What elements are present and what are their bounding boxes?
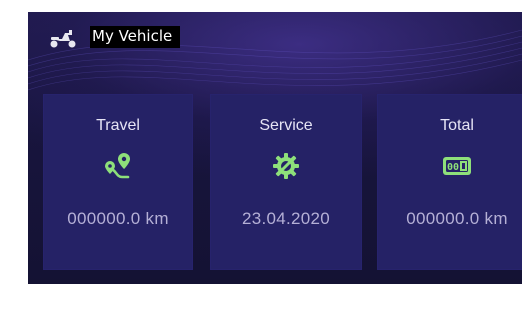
service-gear-icon bbox=[269, 151, 303, 181]
page-title: My Vehicle bbox=[90, 26, 181, 48]
scooter-icon bbox=[50, 30, 76, 48]
travel-card[interactable]: Travel 000000.0 km bbox=[43, 94, 193, 270]
total-label: Total bbox=[440, 117, 474, 134]
total-card[interactable]: Total 0 0 000000.0 km bbox=[377, 94, 522, 270]
travel-label: Travel bbox=[96, 117, 140, 134]
service-label: Service bbox=[259, 117, 313, 134]
header: My Vehicle bbox=[48, 24, 181, 50]
odometer-icon: 0 0 bbox=[440, 151, 474, 181]
travel-distance-value: 000000.0 km bbox=[67, 209, 169, 228]
vehicle-screen: My Vehicle Travel 000000.0 km Service 23… bbox=[28, 12, 522, 284]
service-date-value: 23.04.2020 bbox=[241, 209, 331, 228]
route-pin-icon bbox=[101, 151, 135, 181]
svg-text:0: 0 bbox=[453, 162, 459, 173]
service-card[interactable]: Service 23.04.2020 bbox=[210, 94, 362, 270]
total-distance-value: 000000.0 km bbox=[406, 209, 508, 228]
